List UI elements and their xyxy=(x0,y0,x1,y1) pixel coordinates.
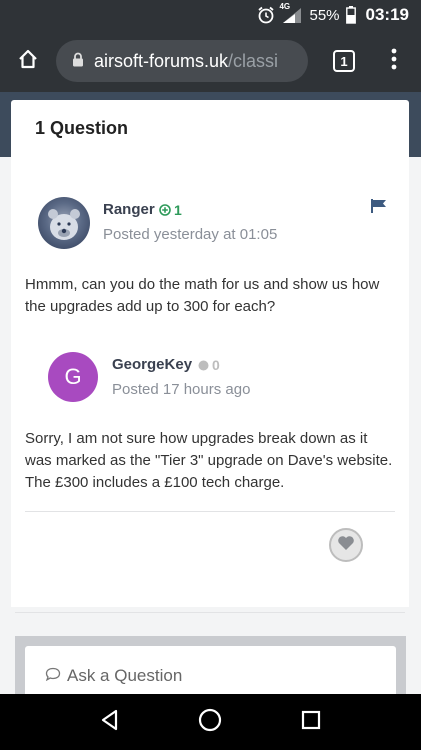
heart-icon xyxy=(337,535,355,556)
ask-question-field[interactable]: Ask a Question xyxy=(25,646,396,694)
question-title: 1 Question xyxy=(35,118,129,138)
url-host: airsoft-forums.uk xyxy=(94,50,229,71)
lock-icon xyxy=(72,51,84,72)
home-button[interactable] xyxy=(0,30,56,92)
battery-icon xyxy=(345,6,356,24)
back-triangle-icon xyxy=(100,709,120,736)
reputation-badge: 0 xyxy=(198,357,220,373)
signal-icon: 4G xyxy=(279,2,303,24)
recents-square-icon xyxy=(301,710,321,735)
url-path: /classi xyxy=(228,50,279,71)
reputation-count: 1 xyxy=(174,202,182,218)
address-bar[interactable]: airsoft-forums.uk/classi xyxy=(56,40,308,82)
ask-question-label: Ask a Question xyxy=(67,666,183,685)
web-page: 1 Question Ranger 1 Posted yesterday at … xyxy=(0,92,421,694)
clock: 03:19 xyxy=(365,5,409,24)
post-date[interactable]: Posted 17 hours ago xyxy=(112,381,250,398)
reputation-badge: 1 xyxy=(159,202,182,218)
browser-toolbar: airsoft-forums.uk/classi 1 xyxy=(0,30,421,92)
battery-percent: 55% xyxy=(309,6,340,24)
author-name[interactable]: GeorgeKey xyxy=(112,356,192,373)
recents-button[interactable] xyxy=(291,702,331,742)
comment-text: Sorry, I am not sure how upgrades break … xyxy=(25,430,393,491)
question-header: 1 Question xyxy=(11,100,409,157)
alarm-icon xyxy=(257,6,275,24)
home-circle-icon xyxy=(198,708,222,737)
author-name[interactable]: Ranger xyxy=(103,201,155,218)
divider xyxy=(15,612,405,613)
plus-circle-icon xyxy=(159,204,171,216)
neutral-circle-icon xyxy=(198,360,209,370)
home-icon xyxy=(17,48,39,75)
post-date[interactable]: Posted yesterday at 01:05 xyxy=(103,226,277,243)
like-button[interactable] xyxy=(329,528,363,562)
avatar[interactable] xyxy=(38,197,90,249)
back-button[interactable] xyxy=(90,702,130,742)
comment-text: Hmmm, can you do the math for us and sho… xyxy=(25,276,380,315)
more-vert-icon xyxy=(391,48,397,75)
network-type: 4G xyxy=(279,2,291,11)
tab-switcher-button[interactable]: 1 xyxy=(314,30,374,92)
avatar-letter: G xyxy=(64,364,82,389)
divider xyxy=(25,511,395,512)
system-nav-bar xyxy=(0,694,421,750)
reputation-count: 0 xyxy=(212,357,220,373)
browser-menu-button[interactable] xyxy=(374,30,414,92)
comments-card: Ranger 1 Posted yesterday at 01:05 Hmmm,… xyxy=(11,157,409,613)
status-bar: 4G 55% 03:19 xyxy=(0,0,421,30)
avatar[interactable]: G xyxy=(48,352,98,402)
tab-count: 1 xyxy=(333,50,355,72)
reply-area: Ask a Question xyxy=(15,636,406,694)
flag-icon[interactable] xyxy=(371,199,387,218)
home-nav-button[interactable] xyxy=(190,702,230,742)
comment-icon xyxy=(45,666,61,686)
